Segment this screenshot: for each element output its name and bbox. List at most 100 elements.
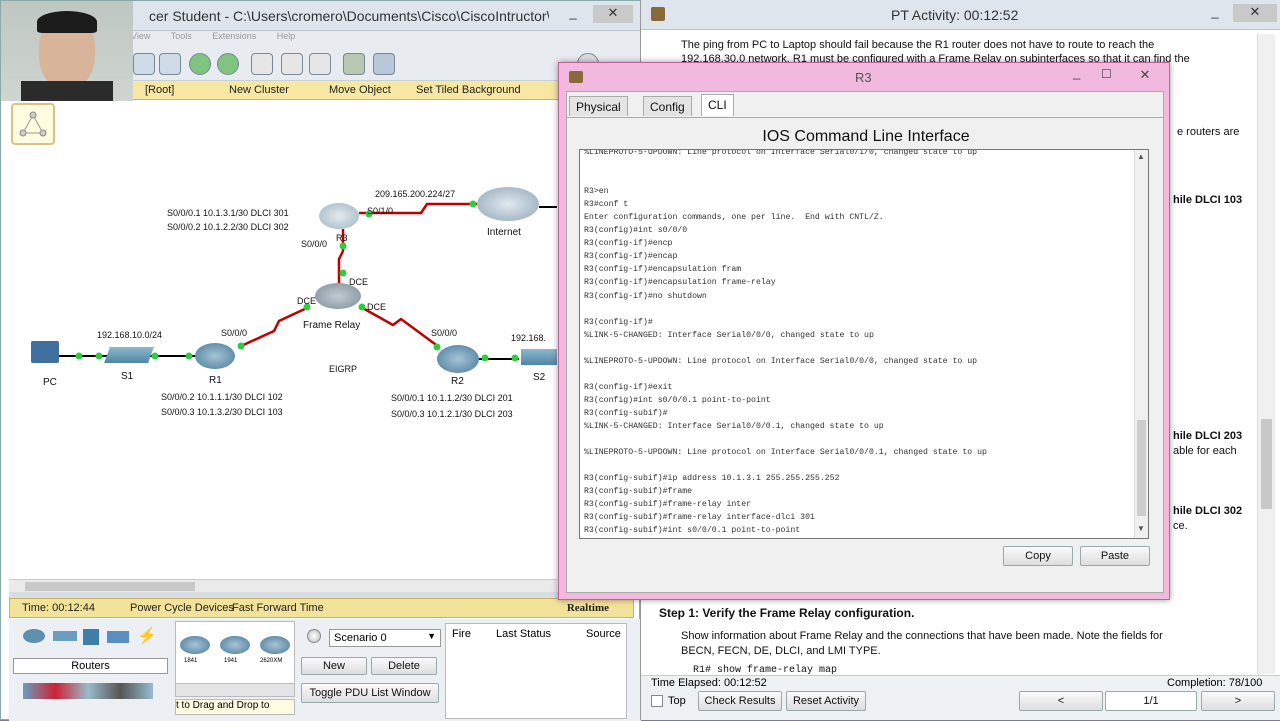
- delete-scenario-button[interactable]: Delete: [371, 657, 437, 675]
- undo-icon[interactable]: [189, 53, 211, 75]
- zoom-in-icon[interactable]: [251, 53, 273, 75]
- custom-device-icon[interactable]: [373, 53, 395, 75]
- packet-tracer-window: cer Student - C:\Users\cromero\Documents…: [0, 0, 641, 721]
- connections-category-icon[interactable]: ⚡: [137, 629, 157, 645]
- redo-icon[interactable]: [217, 53, 239, 75]
- close-icon[interactable]: ✕: [1127, 67, 1163, 85]
- palette-icon[interactable]: [343, 53, 365, 75]
- paste-icon[interactable]: [159, 53, 181, 75]
- paste-button[interactable]: Paste: [1080, 546, 1150, 566]
- router-1841-icon[interactable]: [180, 636, 210, 654]
- r3-title: R3: [855, 70, 872, 85]
- top-checkbox[interactable]: [651, 695, 663, 707]
- scenario-select[interactable]: Scenario 0 ▼: [329, 629, 441, 647]
- router-r1-icon[interactable]: [195, 343, 235, 369]
- minimize-icon[interactable]: _: [1205, 4, 1225, 22]
- minimize-icon[interactable]: _: [1073, 65, 1093, 80]
- copy-button[interactable]: Copy: [1003, 546, 1073, 566]
- r3-label: R3: [336, 233, 348, 243]
- check-results-button[interactable]: Check Results: [698, 691, 782, 711]
- switch-category-icon[interactable]: [53, 631, 77, 641]
- cli-line: R3(config-if)#exit: [584, 382, 673, 392]
- tab-config[interactable]: Config: [643, 96, 692, 116]
- cli-line: %LINEPROTO-5-UPDOWN: Line protocol on In…: [584, 149, 978, 157]
- close-icon[interactable]: ✕: [1233, 4, 1277, 22]
- r3-device-dialog: R3 _ ☐ ✕ Physical Config CLI IOS Command…: [558, 62, 1170, 600]
- logical-workspace[interactable]: S0/0/0.1 10.1.3.1/30 DLCI 301 S0/0/0.2 1…: [9, 101, 557, 579]
- wireless-category-icon[interactable]: [107, 631, 129, 643]
- realtime-mode-label[interactable]: Realtime: [567, 602, 609, 614]
- cli-scrollbar[interactable]: ▲ ▼: [1134, 150, 1148, 538]
- info-icon[interactable]: [307, 629, 321, 643]
- move-object-button[interactable]: Move Object: [329, 84, 391, 96]
- cli-line: R3(config-if)#encapsulation frame-relay: [584, 278, 776, 288]
- scroll-down-icon[interactable]: ▼: [1137, 524, 1145, 533]
- step-description-1: Show information about Frame Relay and t…: [681, 630, 1163, 642]
- model-1841-label: 1841: [184, 658, 198, 664]
- maximize-icon[interactable]: ☐: [1101, 67, 1121, 81]
- cli-line: %LINEPROTO-5-UPDOWN: Line protocol on In…: [584, 448, 987, 458]
- router-r3-icon[interactable]: [319, 203, 359, 229]
- zoom-out-icon[interactable]: [309, 53, 331, 75]
- router-r2-icon[interactable]: [437, 345, 479, 373]
- close-icon[interactable]: ✕: [593, 5, 633, 23]
- r3-dialog-body: Physical Config CLI IOS Command Line Int…: [566, 91, 1164, 593]
- r3-title-bar: R3 _ ☐ ✕: [559, 63, 1171, 91]
- r2-s000-label: S0/0/0: [431, 328, 458, 338]
- cli-line: R3(config-subif)#frame-relay inter: [584, 500, 752, 510]
- reset-activity-button[interactable]: Reset Activity: [786, 691, 866, 711]
- tab-cli[interactable]: CLI: [701, 94, 734, 116]
- router-2620xm-icon[interactable]: [260, 636, 290, 654]
- fast-forward-button[interactable]: Fast Forward Time: [232, 602, 324, 614]
- menu-extensions[interactable]: Extensions: [212, 31, 256, 41]
- cli-line: %LINK-5-CHANGED: Interface Serial0/0/0, …: [584, 330, 874, 340]
- cli-line: R3(config-subif)#ip address 10.1.3.1 255…: [584, 474, 840, 484]
- scenario-value: Scenario 0: [334, 632, 387, 644]
- zoom-reset-icon[interactable]: [281, 53, 303, 75]
- drag-drop-hint: t to Drag and Drop to: [175, 699, 295, 715]
- cli-line: R3(config-if)#encapsulation fram: [584, 265, 742, 275]
- pc-label: PC: [43, 377, 57, 388]
- switch-s2-icon[interactable]: [521, 349, 557, 365]
- copy-icon[interactable]: [133, 53, 155, 75]
- cli-output[interactable]: %LINEPROTO-5-UPDOWN: Line protocol on In…: [584, 149, 1132, 537]
- scroll-thumb[interactable]: [25, 582, 195, 591]
- tab-physical[interactable]: Physical: [569, 96, 628, 116]
- root-link[interactable]: [Root]: [145, 84, 174, 96]
- switch-s1-icon[interactable]: [104, 347, 154, 363]
- new-cluster-button[interactable]: New Cluster: [229, 84, 289, 96]
- logical-workspace-bar: [Root] New Cluster Move Object Set Tiled…: [131, 81, 561, 100]
- model-scrollbar[interactable]: [175, 683, 295, 697]
- previous-page-button[interactable]: <: [1019, 691, 1103, 711]
- window-title: cer Student - C:\Users\cromero\Documents…: [149, 8, 549, 24]
- dce-left-label: DCE: [297, 296, 317, 306]
- power-cycle-button[interactable]: Power Cycle Devices: [130, 602, 234, 614]
- menu-help[interactable]: Help: [277, 31, 296, 41]
- router-category-icon[interactable]: [23, 629, 45, 643]
- hub-category-icon[interactable]: [83, 629, 99, 645]
- eigrp-label: EIGRP: [329, 364, 358, 374]
- minimize-icon[interactable]: _: [563, 5, 583, 23]
- cli-scroll-thumb[interactable]: [1137, 420, 1146, 516]
- menu-view[interactable]: View: [131, 31, 150, 41]
- internet-cloud-icon[interactable]: [477, 187, 539, 221]
- instruction-fragment-dlci-103: hile DLCI 103: [1173, 194, 1243, 206]
- toggle-pdu-list-button[interactable]: Toggle PDU List Window: [301, 683, 439, 703]
- end-device-icons[interactable]: [23, 683, 153, 699]
- instructions-scroll-thumb[interactable]: [1261, 419, 1272, 509]
- new-scenario-button[interactable]: New: [301, 657, 367, 675]
- tiled-background-button[interactable]: Set Tiled Background: [416, 84, 521, 96]
- workspace-scrollbar[interactable]: [9, 579, 557, 593]
- step-description-2: BECN, FECN, DE, DLCI, and LMI TYPE.: [681, 645, 881, 657]
- scroll-up-icon[interactable]: ▲: [1137, 152, 1145, 161]
- menu-tools[interactable]: Tools: [171, 31, 192, 41]
- next-page-button[interactable]: >: [1201, 691, 1275, 711]
- r3-s010-label: S0/1/0: [367, 206, 394, 216]
- completion: Completion: 78/100: [1167, 677, 1263, 689]
- pc-icon[interactable]: [31, 341, 59, 363]
- instructions-scrollbar[interactable]: [1257, 34, 1275, 674]
- cli-console[interactable]: %LINEPROTO-5-UPDOWN: Line protocol on In…: [579, 149, 1149, 539]
- router-models-list: 1841 1941 2620XM: [175, 621, 295, 685]
- instruction-fragment-dlci-203: hile DLCI 203: [1173, 430, 1243, 442]
- router-1941-icon[interactable]: [220, 636, 250, 654]
